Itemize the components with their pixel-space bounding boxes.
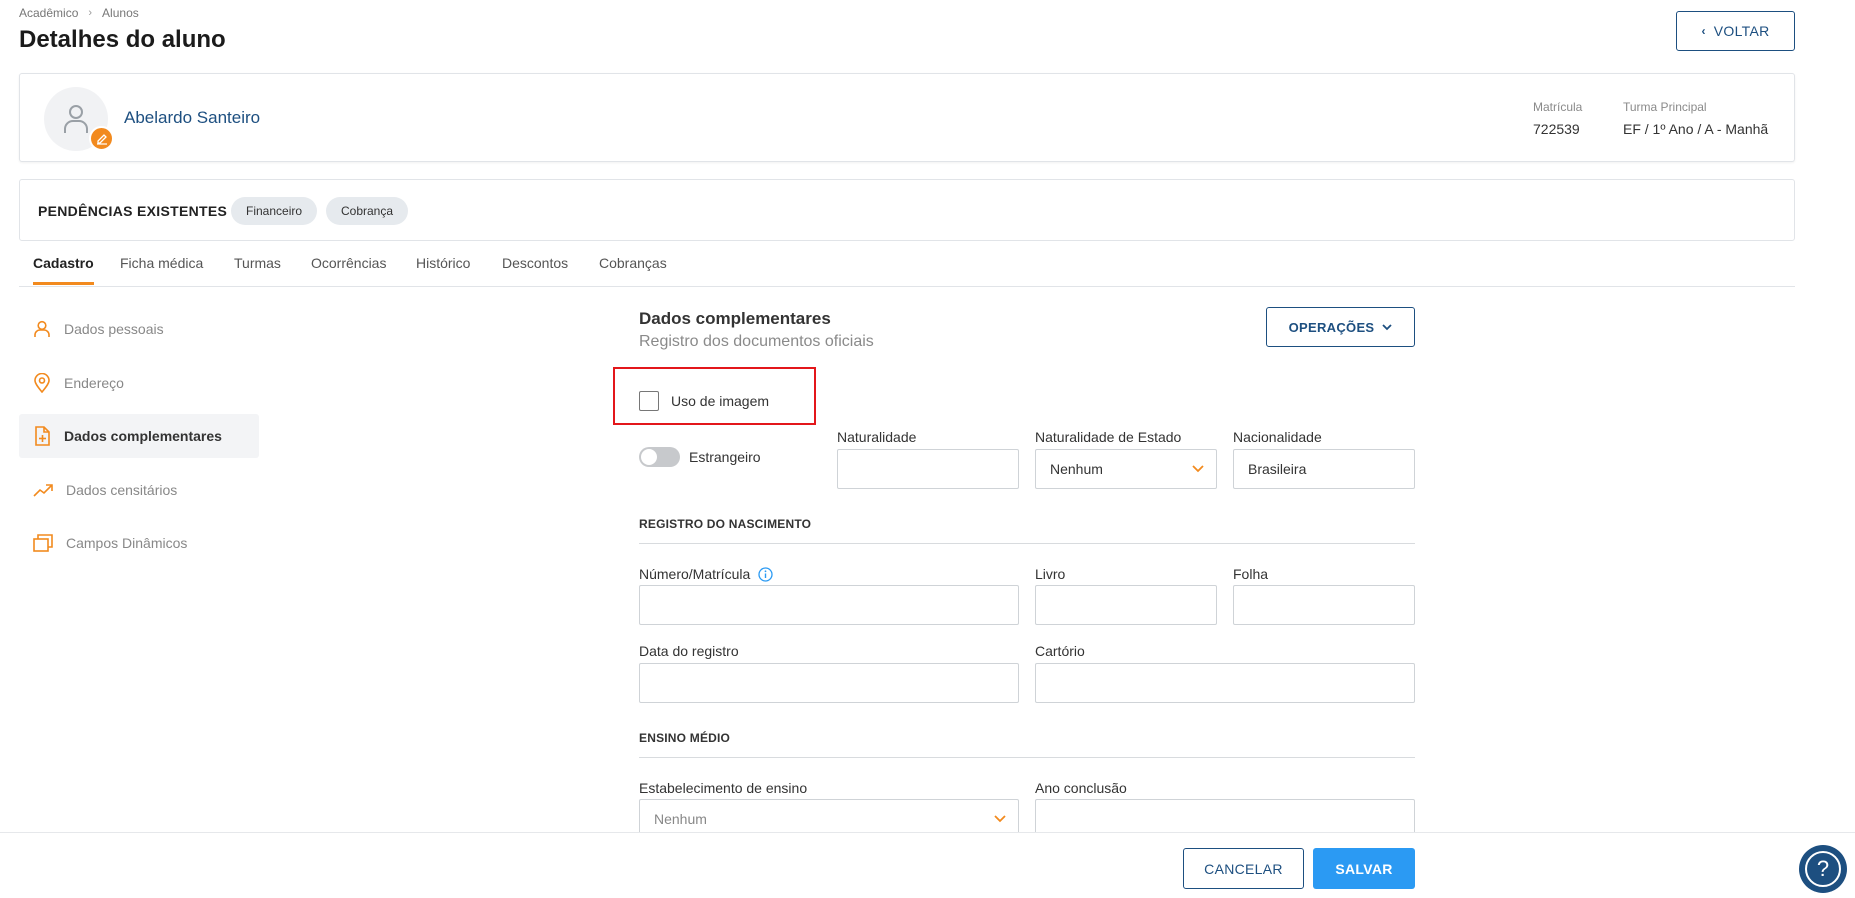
registro-nascimento-title: REGISTRO DO NASCIMENTO (639, 517, 812, 531)
data-registro-field[interactable] (639, 663, 1019, 703)
page-title: Detalhes do aluno (19, 26, 226, 53)
person-icon (34, 320, 50, 337)
stacked-windows-icon (33, 534, 53, 552)
divider (639, 757, 1415, 758)
uso-imagem-label: Uso de imagem (671, 393, 770, 409)
turma-value: EF / 1º Ano / A - Manhã (1623, 121, 1769, 137)
sidebar-item-dados-complementares[interactable]: Dados complementares (19, 414, 259, 458)
uso-imagem-row: Uso de imagem (639, 391, 769, 411)
operations-button[interactable]: OPERAÇÕES (1266, 307, 1415, 347)
sidebar-item-label: Dados censitários (66, 482, 178, 498)
sidebar-item-label: Endereço (64, 375, 124, 391)
naturalidade-label: Naturalidade (837, 429, 917, 445)
pencil-icon (96, 133, 107, 145)
back-button-label: VOLTAR (1713, 23, 1770, 39)
section-title: Dados complementares (639, 309, 831, 328)
estabelecimento-label: Estabelecimento de ensino (639, 780, 808, 796)
pendencias-title: PENDÊNCIAS EXISTENTES (38, 203, 228, 219)
naturalidade-estado-select[interactable]: Nenhum (1035, 449, 1217, 489)
cartorio-label: Cartório (1035, 643, 1085, 659)
numero-matricula-label-group: Número/Matrícula (639, 566, 773, 582)
tab-ficha-medica[interactable]: Ficha médica (120, 255, 203, 282)
tab-cobrancas[interactable]: Cobranças (599, 255, 667, 282)
chevron-down-icon (1382, 323, 1393, 330)
matricula-value: 722539 (1533, 121, 1580, 137)
livro-field[interactable] (1035, 585, 1217, 625)
edit-avatar-button[interactable] (89, 126, 114, 151)
estrangeiro-toggle[interactable] (639, 447, 680, 467)
tab-descontos[interactable]: Descontos (502, 255, 568, 282)
livro-label: Livro (1035, 566, 1066, 582)
location-pin-icon (34, 373, 50, 393)
numero-matricula-field[interactable] (639, 585, 1019, 625)
cancel-button[interactable]: CANCELAR (1183, 848, 1304, 889)
turma-label: Turma Principal (1623, 100, 1707, 114)
student-card: Abelardo Santeiro Matrícula 722539 Turma… (19, 73, 1795, 162)
cartorio-field[interactable] (1035, 663, 1415, 703)
breadcrumb: Acadêmico › Alunos (19, 6, 139, 20)
breadcrumb-root[interactable]: Acadêmico (19, 6, 78, 20)
tab-turmas[interactable]: Turmas (234, 255, 281, 282)
chevron-left-icon: ‹ (1701, 24, 1706, 38)
divider (639, 543, 1415, 544)
naturalidade-estado-value: Nenhum (1050, 461, 1103, 477)
numero-matricula-label: Número/Matrícula (639, 566, 751, 582)
person-icon (64, 105, 88, 133)
sidebar-item-dados-pessoais[interactable]: Dados pessoais (19, 307, 259, 351)
folha-field[interactable] (1233, 585, 1415, 625)
data-registro-label: Data do registro (639, 643, 739, 659)
matricula-block: Matrícula 722539 (1533, 100, 1582, 137)
matricula-label: Matrícula (1533, 100, 1583, 114)
turma-block: Turma Principal EF / 1º Ano / A - Manhã (1623, 100, 1768, 137)
section-subtitle: Registro dos documentos oficiais (639, 333, 874, 350)
sidebar-item-dados-censitarios[interactable]: Dados censitários (19, 468, 259, 512)
naturalidade-estado-label: Naturalidade de Estado (1035, 429, 1182, 445)
save-button[interactable]: SALVAR (1313, 848, 1415, 889)
chevron-down-icon (994, 815, 1006, 823)
help-button[interactable]: ? (1799, 845, 1847, 893)
tab-ocorrencias[interactable]: Ocorrências (311, 255, 386, 282)
uso-imagem-checkbox[interactable] (639, 391, 659, 411)
tab-cadastro[interactable]: Cadastro (33, 255, 94, 285)
trending-up-icon (33, 484, 53, 497)
estrangeiro-row: Estrangeiro (639, 447, 761, 467)
estabelecimento-value: Nenhum (654, 811, 707, 827)
ano-conclusao-label: Ano conclusão (1035, 780, 1127, 796)
sidebar-item-endereco[interactable]: Endereço (19, 361, 259, 405)
sidebar-item-campos-dinamicos[interactable]: Campos Dinâmicos (19, 521, 259, 565)
sidebar-item-label: Dados pessoais (64, 321, 164, 337)
document-plus-icon (35, 426, 50, 446)
chevron-right-icon: › (88, 7, 93, 19)
nacionalidade-field[interactable]: Brasileira (1233, 449, 1415, 489)
chevron-down-icon (1192, 465, 1204, 473)
nacionalidade-label: Nacionalidade (1233, 429, 1322, 445)
estrangeiro-label: Estrangeiro (689, 449, 761, 465)
pendencias-box: PENDÊNCIAS EXISTENTES Financeiro Cobranç… (19, 179, 1795, 241)
question-mark-icon: ? (1805, 851, 1841, 887)
sidebar-item-label: Campos Dinâmicos (66, 535, 188, 551)
naturalidade-field[interactable] (837, 449, 1019, 489)
tab-bar: Cadastro Ficha médica Turmas Ocorrências… (19, 253, 1795, 287)
pendencia-chip-financeiro[interactable]: Financeiro (231, 197, 318, 225)
operations-button-label: OPERAÇÕES (1288, 319, 1375, 335)
folha-label: Folha (1233, 566, 1269, 582)
breadcrumb-current[interactable]: Alunos (102, 6, 139, 20)
pendencia-chip-cobranca[interactable]: Cobrança (326, 197, 409, 225)
sidebar-item-label: Dados complementares (64, 428, 222, 444)
info-icon[interactable] (758, 566, 773, 582)
tab-historico[interactable]: Histórico (416, 255, 470, 282)
student-name: Abelardo Santeiro (124, 108, 261, 127)
back-button[interactable]: ‹ VOLTAR (1676, 11, 1795, 51)
ensino-medio-title: ENSINO MÉDIO (639, 731, 731, 745)
footer-bar (0, 832, 1855, 898)
